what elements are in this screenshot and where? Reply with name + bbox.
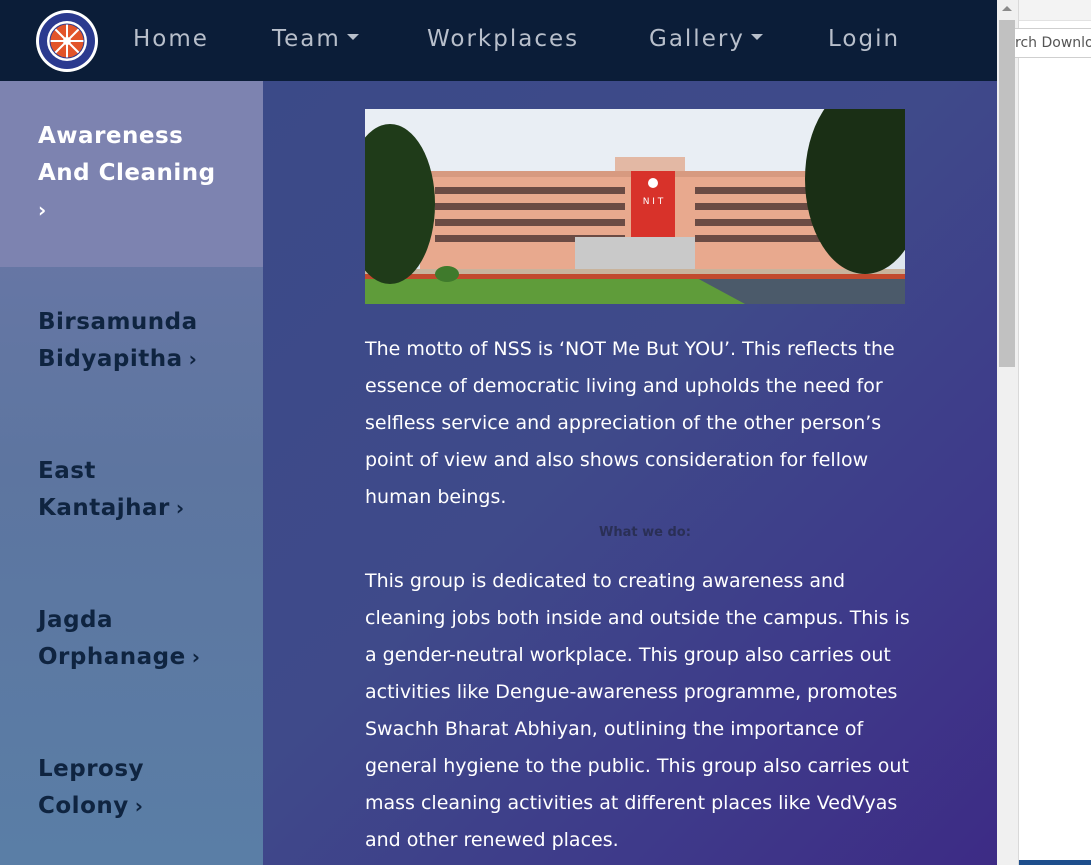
- sidebar-item-label-line2: Kantajhar: [38, 495, 170, 521]
- nav-home-label: Home: [133, 26, 209, 52]
- sidebar-item-leprosy-colony[interactable]: Leprosy Colony ›: [0, 714, 263, 865]
- nit-campus-photo: N I T: [365, 109, 905, 304]
- chevron-right-icon: ›: [38, 198, 47, 222]
- nav-login-label: Login: [828, 26, 901, 52]
- chevron-right-icon: ›: [191, 645, 201, 669]
- downloads-search-placeholder: rch Downlo: [1015, 35, 1091, 51]
- webpage: Home Team Workplaces Gallery Login Aware…: [0, 0, 997, 865]
- vertical-scrollbar[interactable]: [997, 0, 1018, 865]
- caret-down-icon: [346, 33, 359, 40]
- group-description-paragraph: This group is dedicated to creating awar…: [365, 570, 910, 851]
- nav-team-label: Team: [272, 26, 341, 52]
- nav-workplaces[interactable]: Workplaces: [427, 24, 579, 54]
- what-we-do-heading: What we do:: [599, 525, 691, 540]
- nav-login[interactable]: Login: [828, 24, 900, 54]
- pane-bottom-strip: [1019, 860, 1091, 865]
- sidebar-item-label-line1: East: [38, 458, 96, 484]
- sidebar-item-label-line1: Jagda: [38, 607, 114, 633]
- sidebar-item-east-kantajhar[interactable]: East Kantajhar ›: [0, 416, 263, 565]
- sidebar-item-label-line1: Leprosy: [38, 756, 145, 782]
- downloads-search-field[interactable]: rch Downlo: [1015, 28, 1091, 58]
- side-browser-pane: rch Downlo: [1015, 0, 1091, 865]
- nss-motto-paragraph: The motto of NSS is ‘NOT Me But YOU’. Th…: [365, 338, 895, 508]
- chevron-right-icon: ›: [134, 794, 144, 818]
- scroll-up-arrow-icon[interactable]: [1002, 6, 1012, 11]
- sidebar-item-birsamunda-bidyapitha[interactable]: Birsamunda Bidyapitha ›: [0, 267, 263, 416]
- chevron-right-icon: ›: [175, 496, 185, 520]
- nav-gallery-label: Gallery: [649, 26, 745, 52]
- sidebar-item-label-line1: Awareness: [38, 123, 184, 149]
- top-navbar: Home Team Workplaces Gallery Login: [0, 0, 997, 81]
- sidebar-item-label-line2: Orphanage: [38, 644, 186, 670]
- sidebar-item-label-line2: Colony: [38, 793, 129, 819]
- sidebar-item-label-line2: And Cleaning: [38, 160, 216, 186]
- workplace-sidebar: Awareness And Cleaning › Birsamunda Bidy…: [0, 81, 263, 865]
- pane-toolbar: [1019, 0, 1091, 21]
- nav-home[interactable]: Home: [133, 24, 209, 54]
- sidebar-item-jagda-orphanage[interactable]: Jagda Orphanage ›: [0, 565, 263, 714]
- chevron-right-icon: ›: [188, 347, 198, 371]
- nss-emblem-icon[interactable]: [35, 9, 99, 73]
- main-content: N I T The motto of NSS is ‘NOT Me But YO…: [263, 81, 997, 865]
- nav-gallery-dropdown[interactable]: Gallery: [649, 24, 763, 54]
- nav-workplaces-label: Workplaces: [427, 26, 580, 52]
- sidebar-item-label-line1: Birsamunda: [38, 309, 198, 335]
- scrollbar-thumb[interactable]: [999, 20, 1015, 367]
- caret-down-icon: [750, 33, 763, 40]
- building-sign-text: N I T: [643, 197, 664, 207]
- nav-team-dropdown[interactable]: Team: [272, 24, 359, 54]
- sidebar-item-awareness-and-cleaning[interactable]: Awareness And Cleaning ›: [0, 81, 263, 267]
- sidebar-item-label-line2: Bidyapitha: [38, 346, 183, 372]
